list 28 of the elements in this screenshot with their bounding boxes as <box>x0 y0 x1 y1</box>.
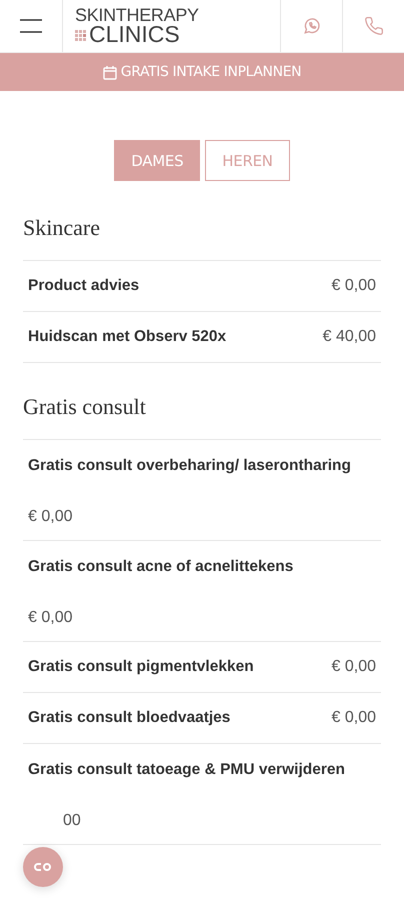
phone-icon <box>364 16 384 36</box>
treatment-price: € 0,00 <box>332 657 376 677</box>
gender-tab[interactable]: HEREN <box>205 140 290 181</box>
treatment-price: € 40,00 <box>322 327 376 347</box>
logo-text: SKINTHERAPY <box>75 7 200 24</box>
treatment-name: Gratis consult tatoeage & PMU verwijderen <box>28 760 346 780</box>
treatment-price: € 0,00 <box>332 276 376 296</box>
treatment-name: Huidscan met Observ 520x <box>28 327 226 347</box>
logo-text: CLINICS <box>89 24 180 45</box>
gender-tab[interactable]: DAMES <box>114 140 200 181</box>
calendar-icon <box>102 64 117 80</box>
logo-dots-icon <box>75 28 87 42</box>
menu-icon <box>20 19 42 33</box>
chat-button[interactable] <box>23 847 63 887</box>
treatment-price: € 0,00 <box>28 608 74 628</box>
intake-button[interactable]: GRATIS INTAKE INPLANNEN <box>0 53 404 91</box>
treatment-price: € 0,00 <box>28 507 74 527</box>
chat-logo-icon <box>33 862 53 872</box>
treatment-price: € 0,00 <box>332 708 376 728</box>
treatment-name: Gratis consult acne of acnelittekens <box>28 557 294 577</box>
chat-bubble-icon <box>302 17 320 35</box>
treatment-name: Gratis consult overbeharing/ laserontharing <box>28 456 352 476</box>
section-heading: Gratis consult <box>23 394 147 420</box>
treatment-name: Gratis consult bloedvaatjes <box>28 708 230 728</box>
treatment-price: 00 <box>62 811 82 831</box>
section-heading: Skincare <box>23 215 101 241</box>
treatment-name: Product advies <box>28 276 140 296</box>
treatment-name: Gratis consult pigmentvlekken <box>28 657 254 677</box>
